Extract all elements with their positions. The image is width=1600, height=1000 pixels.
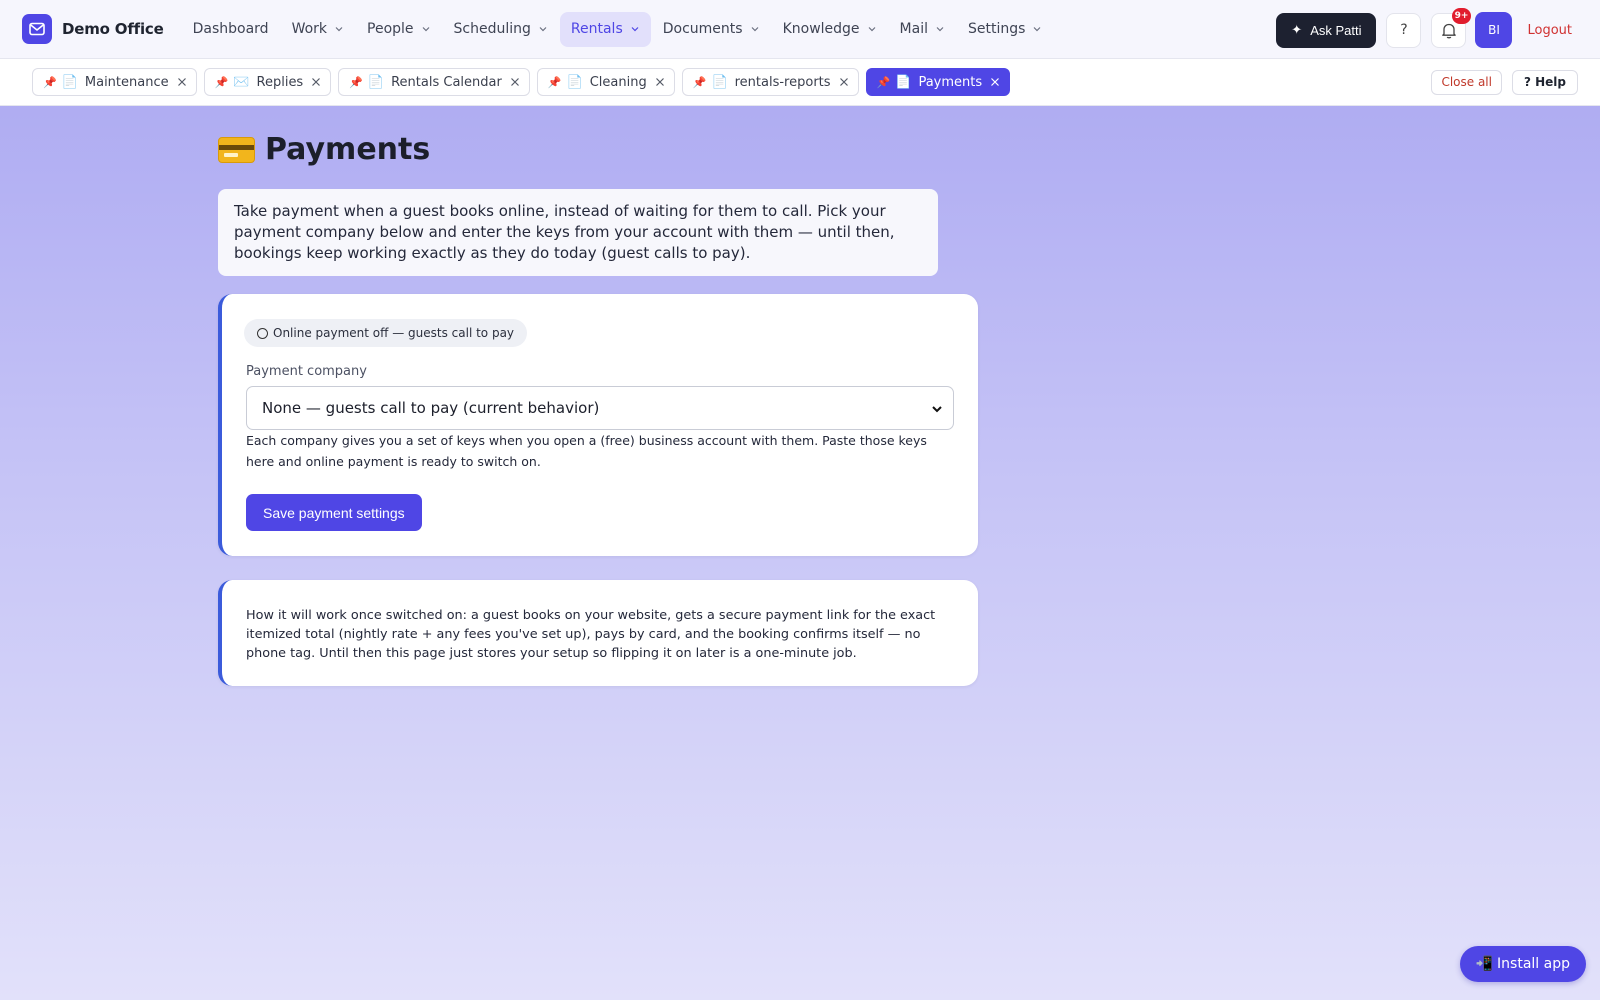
nav-item-dashboard[interactable]: Dashboard — [182, 12, 280, 47]
close-icon[interactable] — [510, 77, 520, 87]
chevron-down-icon — [1033, 27, 1041, 32]
payment-company-value: None — guests call to pay (current behav… — [262, 399, 600, 417]
chevron-down-icon — [936, 27, 944, 32]
open-tabs: 📌 📄 Maintenance 📌 ✉️ Replies 📌 📄 Rentals Calenda… — [32, 68, 1017, 96]
document-icon: 📄 — [61, 74, 78, 90]
chevron-down-icon — [751, 27, 759, 32]
close-icon[interactable] — [177, 77, 187, 87]
document-icon: 📄 — [711, 74, 728, 90]
tabs-actions: Close all ? Help — [1431, 69, 1578, 95]
pin-icon[interactable]: 📌 — [877, 76, 891, 89]
question-mark-icon: ? — [1400, 22, 1408, 38]
close-all-tabs-button[interactable]: Close all — [1431, 69, 1502, 95]
brand-name: Demo Office — [62, 20, 164, 38]
close-icon[interactable] — [839, 77, 849, 87]
document-icon: 📄 — [566, 74, 583, 90]
nav-item-label: Work — [291, 21, 328, 37]
nav-actions: ✦ Ask Patti ? 9+ BI Logout — [1276, 7, 1600, 48]
pin-icon[interactable]: 📌 — [548, 76, 562, 89]
mobile-install-icon: 📲 — [1475, 956, 1494, 972]
document-icon: 📄 — [895, 74, 912, 90]
chevron-down-icon — [539, 27, 547, 32]
chevron-down-icon — [631, 27, 639, 32]
save-payment-settings-button[interactable]: Save payment settings — [246, 494, 422, 531]
nav-item-people[interactable]: People — [356, 12, 442, 47]
tab-replies[interactable]: 📌 ✉️ Replies — [203, 68, 332, 96]
open-tabs-bar: 📌 📄 Maintenance 📌 ✉️ Replies 📌 📄 Rentals Calenda… — [0, 59, 1600, 106]
nav-item-work[interactable]: Work — [281, 12, 355, 47]
ask-patti-button[interactable]: ✦ Ask Patti — [1276, 12, 1377, 48]
tab-label: Rentals Calendar — [391, 74, 502, 90]
intro-description: Take payment when a guest books online, … — [218, 189, 938, 276]
nav-item-label: Knowledge — [782, 21, 860, 37]
nav-item-scheduling[interactable]: Scheduling — [443, 12, 559, 47]
page-title-text: Payments — [265, 132, 431, 167]
top-navigation: Demo Office Dashboard Work People Schedulin… — [0, 0, 1600, 59]
pin-icon[interactable]: 📌 — [43, 76, 57, 89]
nav-item-label: People — [367, 21, 414, 37]
envelope-icon: ✉️ — [233, 74, 250, 90]
chevron-down-icon — [422, 27, 429, 32]
payment-company-hint: Each company gives you a set of keys whe… — [246, 433, 927, 469]
tab-rentals-reports[interactable]: 📌 📄 rentals-reports — [681, 68, 859, 96]
payment-company-select[interactable]: None — guests call to pay (current behav… — [246, 386, 954, 430]
how-it-works-text: How it will work once switched on: a gue… — [246, 608, 936, 661]
nav-item-label: Dashboard — [192, 21, 269, 37]
nav-item-documents[interactable]: Documents — [652, 12, 771, 47]
tab-label: Payments — [918, 74, 983, 90]
close-icon[interactable] — [655, 77, 665, 87]
tab-label: rentals-reports — [734, 74, 831, 90]
payment-company-label: Payment company — [246, 364, 367, 379]
logout-link[interactable]: Logout — [1527, 23, 1572, 38]
nav-item-rentals[interactable]: Rentals — [559, 11, 651, 47]
nav-item-knowledge[interactable]: Knowledge — [772, 12, 888, 47]
close-icon[interactable] — [311, 77, 321, 87]
tab-label: Replies — [256, 74, 304, 90]
close-icon[interactable] — [990, 77, 1000, 87]
tab-maintenance[interactable]: 📌 📄 Maintenance — [32, 68, 197, 96]
pin-icon[interactable]: 📌 — [349, 76, 363, 89]
main-menu: Dashboard Work People Scheduling Rentals Docu… — [182, 11, 1055, 47]
user-avatar[interactable]: BI — [1475, 12, 1513, 48]
chevron-down-icon — [335, 27, 343, 32]
status-circle-icon — [257, 327, 268, 339]
document-icon: 📄 — [367, 74, 385, 90]
pin-icon[interactable]: 📌 — [215, 76, 229, 89]
mail-icon — [22, 14, 52, 44]
chevron-down-icon — [868, 27, 875, 32]
nav-item-label: Settings — [967, 21, 1026, 37]
credit-card-icon — [218, 136, 255, 163]
chevron-down-icon — [932, 406, 942, 413]
install-app-button[interactable]: 📲 Install app — [1459, 946, 1586, 982]
tab-cleaning[interactable]: 📌 📄 Cleaning — [536, 68, 675, 96]
help-page-button[interactable]: ? Help — [1511, 69, 1578, 95]
pin-icon[interactable]: 📌 — [693, 76, 707, 89]
page-title: Payments — [218, 132, 430, 167]
payment-status-text: Online payment off — guests call to pay — [273, 326, 515, 340]
ask-patti-label: Ask Patti — [1310, 22, 1362, 38]
nav-item-label: Documents — [662, 21, 743, 37]
payment-status-badge: Online payment off — guests call to pay — [244, 319, 528, 347]
tab-rentals-calendar[interactable]: 📌 📄 Rentals Calendar — [338, 68, 530, 96]
help-button[interactable]: ? — [1386, 12, 1422, 48]
install-app-label: Install app — [1497, 956, 1570, 972]
brand[interactable]: Demo Office — [22, 14, 164, 44]
tab-payments[interactable]: 📌 📄 Payments — [865, 68, 1011, 96]
sparkle-icon: ✦ — [1291, 22, 1303, 37]
nav-item-label: Rentals — [570, 21, 623, 37]
nav-item-settings[interactable]: Settings — [957, 12, 1053, 47]
tab-label: Cleaning — [589, 74, 647, 90]
nav-item-mail[interactable]: Mail — [889, 12, 956, 47]
tab-label: Maintenance — [84, 74, 169, 90]
payment-settings-card: Online payment off — guests call to pay … — [218, 294, 978, 556]
notifications-button[interactable]: 9+ — [1431, 7, 1472, 48]
notification-count-badge: 9+ — [1451, 7, 1472, 24]
nav-item-label: Scheduling — [453, 21, 531, 37]
bell-icon — [1442, 23, 1456, 38]
how-it-works-card: How it will work once switched on: a gue… — [218, 580, 978, 686]
nav-item-label: Mail — [899, 21, 928, 37]
